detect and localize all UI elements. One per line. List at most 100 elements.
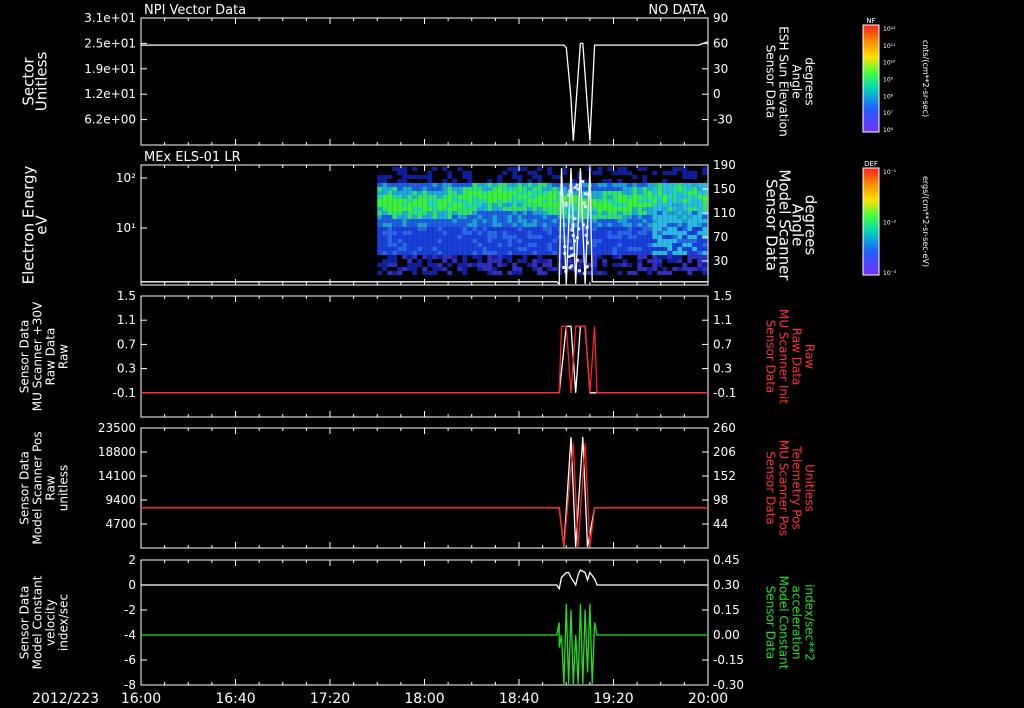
series-line-1	[141, 41, 709, 141]
y-tick-label-left: -2	[124, 603, 136, 617]
y-axis-label-right: degrees	[803, 57, 817, 105]
x-tick-label: 17:20	[310, 691, 350, 707]
y-tick-label-left: -6	[124, 653, 136, 667]
colorbar-2: DEF 10⁻¹ 10⁻² 10⁻³ ergs/(cm**2-sr-sec-eV)	[862, 160, 930, 277]
date-label: 2012/223	[32, 691, 99, 707]
panel-3: 1.5 1.1 0.7 0.3 -0.1 1.5 1.1 0.7 0.3 -0.1 Sensor D…	[18, 289, 817, 418]
colorbar-tick: 10⁻³	[883, 270, 897, 277]
colorbar-label: NF	[866, 17, 875, 25]
x-tick-label: 16:00	[121, 691, 161, 707]
y-tick-label-right: 30	[713, 254, 728, 268]
y-tick-label-left: 2.5e+01	[84, 36, 136, 50]
y-axis-label-left: Model Scanner Pos	[31, 431, 45, 544]
y-tick-label-left: 4700	[105, 517, 136, 531]
y-tick-label-left: 1.2e+01	[84, 87, 136, 101]
colorbar-1: NF 10¹² 10¹¹ 10¹⁰ 10⁹ 10⁸ 10⁷ 10⁶ cnts/(cm**2-sr…	[862, 17, 930, 134]
y-axis-label-right: Telemetry Pos	[790, 445, 804, 529]
plot-frame	[140, 17, 709, 146]
y-tick-label-right: -0.1	[713, 386, 736, 400]
y-tick-label-left: 0	[128, 578, 136, 592]
y-tick-label-left: 2	[128, 553, 136, 567]
x-tick-label: 19:20	[593, 691, 633, 707]
y-tick-label-right: 1.1	[713, 313, 732, 327]
y-tick-label-left: 10¹	[116, 221, 136, 235]
colorbar-tick: 10¹¹	[883, 43, 896, 50]
y-tick-label-right: 150	[713, 182, 736, 196]
colorbar-unit: ergs/(cm**2-sr-sec-eV)	[921, 176, 930, 267]
y-tick-label-right: 110	[713, 206, 736, 220]
y-tick-label-right: 60	[713, 36, 728, 50]
panel-2: MEx ELS-01 LR10²10¹1901501107030Electron…	[20, 150, 820, 286]
colorbar-tick: 10⁶	[883, 127, 894, 134]
y-tick-label-left: 6.2e+00	[84, 113, 136, 127]
panel-4: 23500 18800 14100 9400 4700 260 206 152 98 44 Sens…	[18, 421, 817, 549]
panel-status: NO DATA	[648, 3, 706, 18]
x-tick-label: 18:00	[404, 691, 444, 707]
y-tick-label-right: -0.15	[713, 653, 744, 667]
series-line-1	[141, 569, 708, 591]
y-tick-label-right: 70	[713, 230, 728, 244]
x-axis: 16:00 16:40 17:20 18:00 18:40 19:20 20:00 2012/…	[32, 691, 728, 707]
y-axis-label-left: Raw Data	[44, 328, 58, 386]
y-axis-label-right: Raw	[803, 344, 817, 369]
series-line-2	[141, 603, 708, 685]
y-axis-label-right: Unitless	[803, 464, 817, 512]
y-tick-label-left: 1.5	[117, 289, 136, 303]
x-tick-label: 20:00	[688, 691, 728, 707]
y-axis-label-right: MU Scanner Init	[777, 309, 791, 404]
y-axis-label-right: Sensor Data	[764, 45, 778, 119]
plot-frame	[140, 427, 709, 549]
y-axis-label-right: Raw Data	[790, 328, 804, 386]
y-axis-label-left: index/sec	[57, 594, 71, 651]
y-tick-label-right: 90	[713, 11, 728, 25]
y-axis-label-right: Sensor Data	[764, 451, 778, 525]
y-tick-label-left: 18800	[98, 445, 136, 459]
y-tick-label-right: 44	[713, 517, 728, 531]
y-axis-label-left: MU Scanner +30V	[31, 301, 45, 411]
y-axis-label-left: Sensor Data	[18, 451, 32, 525]
colorbar-tick: 10⁸	[883, 93, 894, 100]
y-axis-label-right: acceleration	[790, 586, 804, 660]
plot-frame	[140, 295, 709, 418]
y-axis-label-right: ESH Sun Elevation	[777, 26, 791, 136]
x-tick-label: 18:40	[499, 691, 539, 707]
y-tick-label-left: 0.3	[117, 362, 136, 376]
y-tick-label-right: -0.30	[713, 678, 744, 692]
y-axis-label-right: MU Scanner Pos	[777, 440, 791, 536]
y-tick-label-right: -30	[713, 113, 733, 127]
y-axis-label-right: Model Constant	[777, 576, 791, 670]
y-tick-label-left: -0.1	[113, 386, 136, 400]
y-axis-label-left: unitless	[57, 465, 71, 511]
y-tick-label-left: 10²	[116, 171, 136, 185]
y-tick-label-right: 0.15	[713, 603, 740, 617]
y-tick-label-left: -8	[124, 678, 136, 692]
panel-title: MEx ELS-01 LR	[144, 150, 241, 165]
panel-1: NPI Vector Data NO DATA 3.1e+01 2.5e+01 1.9e…	[20, 3, 817, 146]
y-tick-label-left: 1.1	[117, 313, 136, 327]
colorbar-tick: 10⁷	[883, 110, 894, 117]
y-tick-label-left: -4	[124, 628, 136, 642]
y-axis-label-left: velocity	[44, 599, 58, 646]
series-line-1	[141, 325, 708, 394]
y-axis-label-left: Sensor Data	[18, 320, 32, 394]
y-axis-label-left: Unitless	[33, 52, 51, 112]
y-axis-label-left: Raw	[57, 344, 71, 369]
y-tick-label-right: 0	[713, 87, 721, 101]
y-axis-label-right: index/sec**2	[803, 584, 817, 661]
y-tick-label-right: 0.7	[713, 337, 732, 351]
series-line-1	[141, 437, 708, 548]
panel-title: NPI Vector Data	[144, 3, 246, 18]
colorbar-tick: 10¹⁰	[883, 60, 896, 67]
y-tick-label-left: 1.9e+01	[84, 62, 136, 76]
y-tick-label-right: 30	[713, 62, 728, 76]
y-tick-label-right: 190	[713, 158, 736, 172]
y-axis-label-right: Angle	[790, 64, 804, 98]
y-tick-label-right: 0.3	[713, 362, 732, 376]
y-tick-label-left: 9400	[105, 493, 136, 507]
y-tick-label-right: 98	[713, 493, 728, 507]
y-axis-label-left: eV	[33, 215, 51, 235]
series-line-2	[141, 443, 708, 548]
colorbar-tick: 10⁻²	[883, 220, 897, 227]
y-axis-label-left: Sensor Data	[18, 586, 32, 660]
colorbar-unit: cnts/(cm**2-sr-sec)	[921, 40, 930, 117]
